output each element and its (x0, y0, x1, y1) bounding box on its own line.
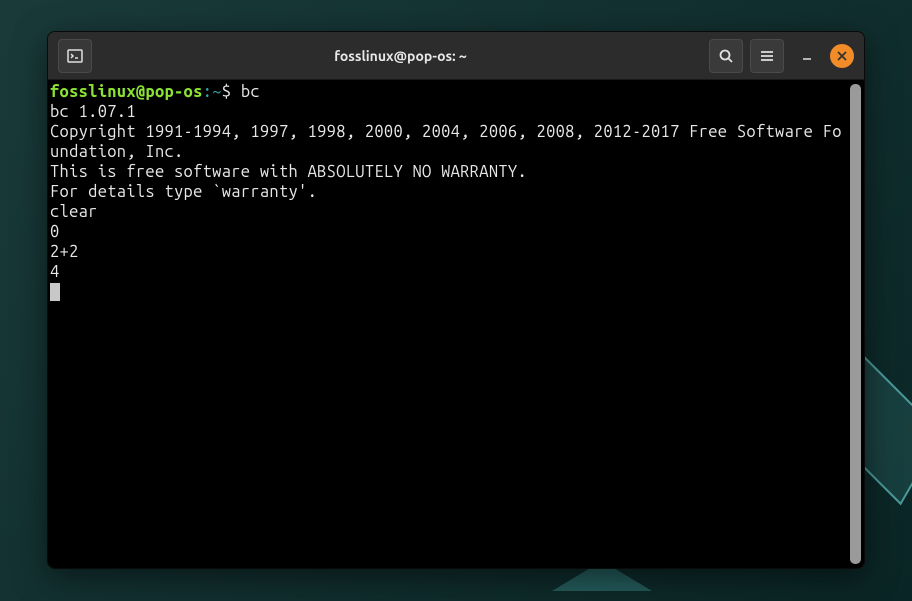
menu-button[interactable] (750, 39, 784, 73)
prompt-separator: : (203, 83, 213, 101)
terminal-icon (67, 48, 83, 64)
search-icon (718, 48, 734, 64)
cursor (50, 283, 60, 301)
output-line: clear (50, 203, 98, 221)
scrollbar[interactable] (850, 84, 861, 564)
terminal-window: fosslinux@pop-os: ~ (47, 31, 865, 569)
output-line: 2+2 (50, 243, 79, 261)
output-copyright: Copyright 1991-1994, 1997, 1998, 2000, 2… (50, 123, 842, 161)
window-title: fosslinux@pop-os: ~ (100, 48, 701, 64)
output-line: 0 (50, 223, 60, 241)
titlebar-controls (709, 39, 854, 73)
hamburger-icon (759, 48, 775, 64)
terminal-content[interactable]: fosslinux@pop-os:~$ bc bc 1.07.1 Copyrig… (50, 82, 849, 566)
prompt-symbol: $ (222, 83, 241, 101)
prompt-user-host: fosslinux@pop-os (50, 83, 203, 101)
new-tab-button[interactable] (58, 39, 92, 73)
output-details: For details type `warranty'. (50, 183, 317, 201)
close-icon (837, 51, 847, 61)
close-button[interactable] (830, 44, 854, 68)
minimize-icon (801, 50, 813, 62)
minimize-button[interactable] (791, 40, 823, 72)
titlebar[interactable]: fosslinux@pop-os: ~ (48, 32, 864, 80)
command-text: bc (241, 83, 260, 101)
output-notice: This is free software with ABSOLUTELY NO… (50, 163, 527, 181)
prompt-path: ~ (212, 83, 222, 101)
output-version: bc 1.07.1 (50, 103, 136, 121)
search-button[interactable] (709, 39, 743, 73)
terminal-body[interactable]: fosslinux@pop-os:~$ bc bc 1.07.1 Copyrig… (48, 80, 864, 568)
output-line: 4 (50, 263, 60, 281)
